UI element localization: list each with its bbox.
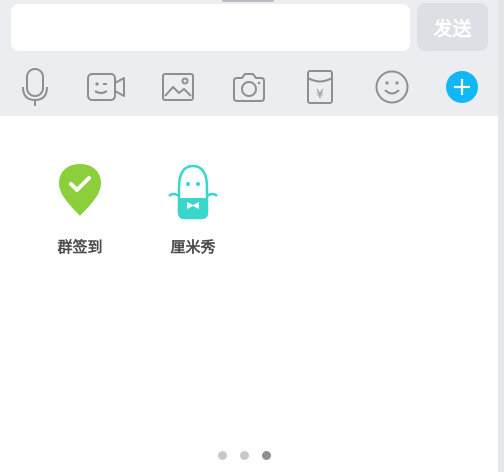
app-label: 厘米秀 <box>170 238 216 256</box>
page-dot[interactable] <box>240 451 249 460</box>
message-input[interactable] <box>11 4 410 51</box>
camera-icon <box>233 73 265 102</box>
emoji-button[interactable] <box>372 66 412 108</box>
camera-button[interactable] <box>229 66 269 108</box>
page-dot-active[interactable] <box>262 451 271 460</box>
red-packet-button[interactable]: ¥ <box>300 66 340 108</box>
send-button[interactable]: 发送 <box>417 3 488 51</box>
voice-button[interactable] <box>15 66 55 108</box>
emoji-icon <box>375 70 409 104</box>
video-call-icon <box>87 73 125 101</box>
microphone-icon <box>22 68 48 106</box>
red-packet-symbol: ¥ <box>316 87 324 101</box>
app-cmshow[interactable]: 厘米秀 <box>151 162 235 262</box>
plus-icon <box>446 71 478 103</box>
input-panel: 发送 ¥ <box>0 0 504 116</box>
app-group-checkin[interactable]: 群签到 <box>38 162 122 262</box>
app-label: 群签到 <box>57 238 103 256</box>
cropped-text-fragment <box>222 0 274 2</box>
image-icon <box>162 73 194 101</box>
cmshow-icon <box>168 164 218 220</box>
page-dot[interactable] <box>218 451 227 460</box>
red-packet-icon: ¥ <box>307 70 333 104</box>
group-checkin-icon <box>59 164 101 216</box>
video-call-button[interactable] <box>86 66 126 108</box>
panel-edge <box>498 0 504 472</box>
page-indicator <box>218 451 271 460</box>
more-plus-button[interactable] <box>442 66 482 108</box>
image-button[interactable] <box>158 66 198 108</box>
